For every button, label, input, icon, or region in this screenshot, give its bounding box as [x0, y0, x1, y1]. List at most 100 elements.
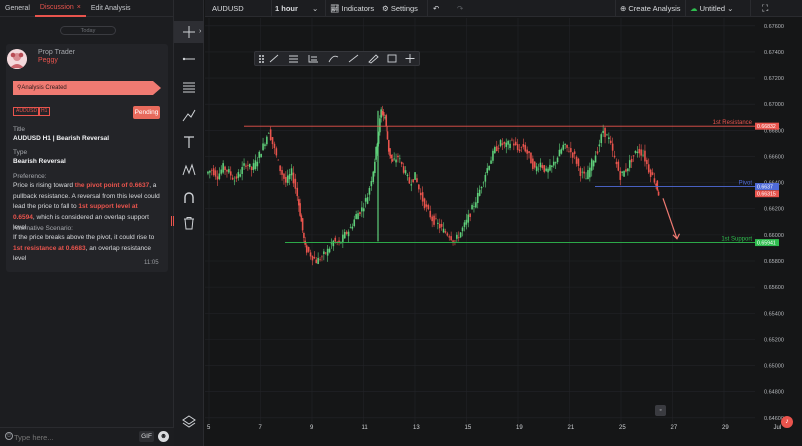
alternative-text: If the price breaks above the pivot, it … — [13, 233, 161, 265]
candle-body — [526, 149, 528, 154]
candle-body — [228, 169, 230, 173]
candle-body — [613, 155, 616, 158]
candle-body — [562, 144, 565, 150]
notification-bell-icon[interactable]: ♪ — [781, 416, 793, 428]
status-badge: Pending — [133, 106, 160, 119]
candle-body — [625, 169, 627, 172]
y-tick-label: 0.65800 — [764, 259, 784, 265]
level-price-label: 0.6637 — [757, 185, 773, 191]
candle-body — [343, 232, 346, 239]
pattern-icon — [182, 163, 196, 176]
candle-body — [570, 148, 572, 153]
candle-body — [594, 155, 597, 163]
candle-body — [581, 171, 584, 173]
candle-body — [505, 142, 508, 147]
y-tick-label: 0.66000 — [764, 233, 784, 239]
tab-edit-analysis[interactable]: Edit Analysis — [86, 0, 136, 17]
candle-body — [299, 203, 301, 216]
candle-body — [634, 151, 637, 153]
create-analysis-button[interactable]: ⊕ Create Analysis — [620, 0, 681, 17]
candle-body — [359, 212, 361, 215]
candle-body — [330, 243, 333, 245]
time-axis[interactable]: 5 7 9 11 13 15 19 21 25 27 29 Jul — [205, 423, 781, 446]
text-tool[interactable] — [174, 131, 204, 153]
magnet-tool[interactable] — [174, 186, 204, 208]
crosshair-icon — [405, 54, 415, 63]
candle-body — [608, 137, 610, 140]
pattern-tool[interactable] — [174, 159, 204, 181]
candle-body — [408, 177, 411, 184]
chart-grid — [205, 18, 755, 423]
cloud-check-icon: ☁ — [690, 4, 698, 13]
horizontal-line-tool[interactable] — [174, 48, 204, 70]
avatar[interactable] — [7, 49, 27, 69]
candle-body — [239, 174, 242, 177]
layers-tool[interactable] — [174, 410, 204, 432]
trash-icon — [184, 217, 194, 230]
candle-body — [514, 141, 517, 146]
gif-button[interactable]: GIF — [139, 431, 154, 442]
candle-body — [349, 227, 352, 229]
settings-button[interactable]: ⚙ Settings — [382, 0, 418, 17]
delete-tool[interactable] — [174, 212, 204, 234]
candle-body — [587, 170, 589, 180]
x-tick-label: 19 — [516, 425, 523, 431]
resistance-highlight: 1st resistance at 0.6683 — [13, 244, 86, 252]
candle-body — [229, 171, 232, 176]
candle-body — [319, 259, 321, 261]
candle-body — [260, 154, 262, 158]
candle-body — [321, 256, 323, 258]
price-axis[interactable]: 0.676000.674000.672000.670000.668000.666… — [755, 18, 802, 423]
y-tick-label: 0.65000 — [764, 364, 784, 370]
candle-body — [642, 154, 644, 156]
candle-body — [262, 143, 264, 151]
candle-body — [609, 140, 612, 144]
chevron-right-icon[interactable]: › — [199, 28, 201, 35]
candle-body — [656, 180, 659, 191]
candle-body — [539, 162, 542, 168]
candle-body — [328, 248, 331, 253]
candle-body — [309, 252, 312, 257]
fullscreen-icon[interactable]: ⛶ — [762, 0, 768, 17]
price-chart[interactable]: 1st Resistance Pivot 1st Support — [205, 18, 755, 423]
fib-icon — [308, 55, 318, 63]
brush-tool[interactable] — [174, 104, 204, 126]
smiley-icon[interactable]: ☻ — [158, 431, 169, 442]
candle-body — [418, 184, 420, 190]
candle-body — [511, 139, 513, 141]
author-name[interactable]: Peggy — [38, 57, 58, 64]
candle-body — [547, 168, 549, 173]
plus-circle-icon: ⊕ — [620, 4, 627, 13]
timeframe-selector[interactable]: 1 hour — [275, 0, 298, 17]
candle-body — [606, 134, 608, 136]
candle-body — [353, 219, 356, 227]
candle-body — [374, 161, 376, 174]
candle-body — [469, 213, 471, 217]
level-price-label: 0.66832 — [757, 124, 776, 130]
x-tick-label: Jul — [773, 425, 782, 431]
candle-body — [256, 161, 259, 167]
tab-discussion[interactable]: Discussion × — [34, 0, 86, 17]
y-tick-label: 0.65600 — [764, 285, 784, 291]
chevron-down-icon[interactable]: ⌄ — [312, 0, 318, 17]
analysis-created-label: ⚲Analysis Created — [17, 84, 67, 91]
candle-body — [220, 169, 223, 174]
candle-body — [216, 176, 219, 180]
chat-input[interactable] — [14, 430, 132, 444]
candle-body — [518, 149, 521, 152]
redo-icon[interactable]: ↷ — [457, 0, 463, 17]
type-value: Bearish Reversal — [13, 158, 66, 165]
candle-body — [345, 231, 348, 234]
layout-menu[interactable]: ☁ Untitled ⌄ — [690, 0, 733, 17]
panel-resize-handle[interactable] — [171, 216, 174, 226]
close-icon[interactable]: × — [77, 0, 81, 16]
candle-body — [313, 256, 316, 259]
undo-icon[interactable]: ↶ — [433, 0, 439, 17]
tab-general[interactable]: General — [0, 0, 35, 17]
candle-body — [210, 170, 213, 171]
symbol-selector[interactable]: AUDUSD — [212, 0, 244, 17]
emoji-icon[interactable]: ☺ — [5, 432, 13, 440]
indicators-button[interactable]: 📈︎ Indicators — [330, 0, 374, 17]
fib-tool[interactable] — [174, 76, 204, 98]
lightbulb-icon[interactable]: ◦ — [655, 405, 666, 416]
